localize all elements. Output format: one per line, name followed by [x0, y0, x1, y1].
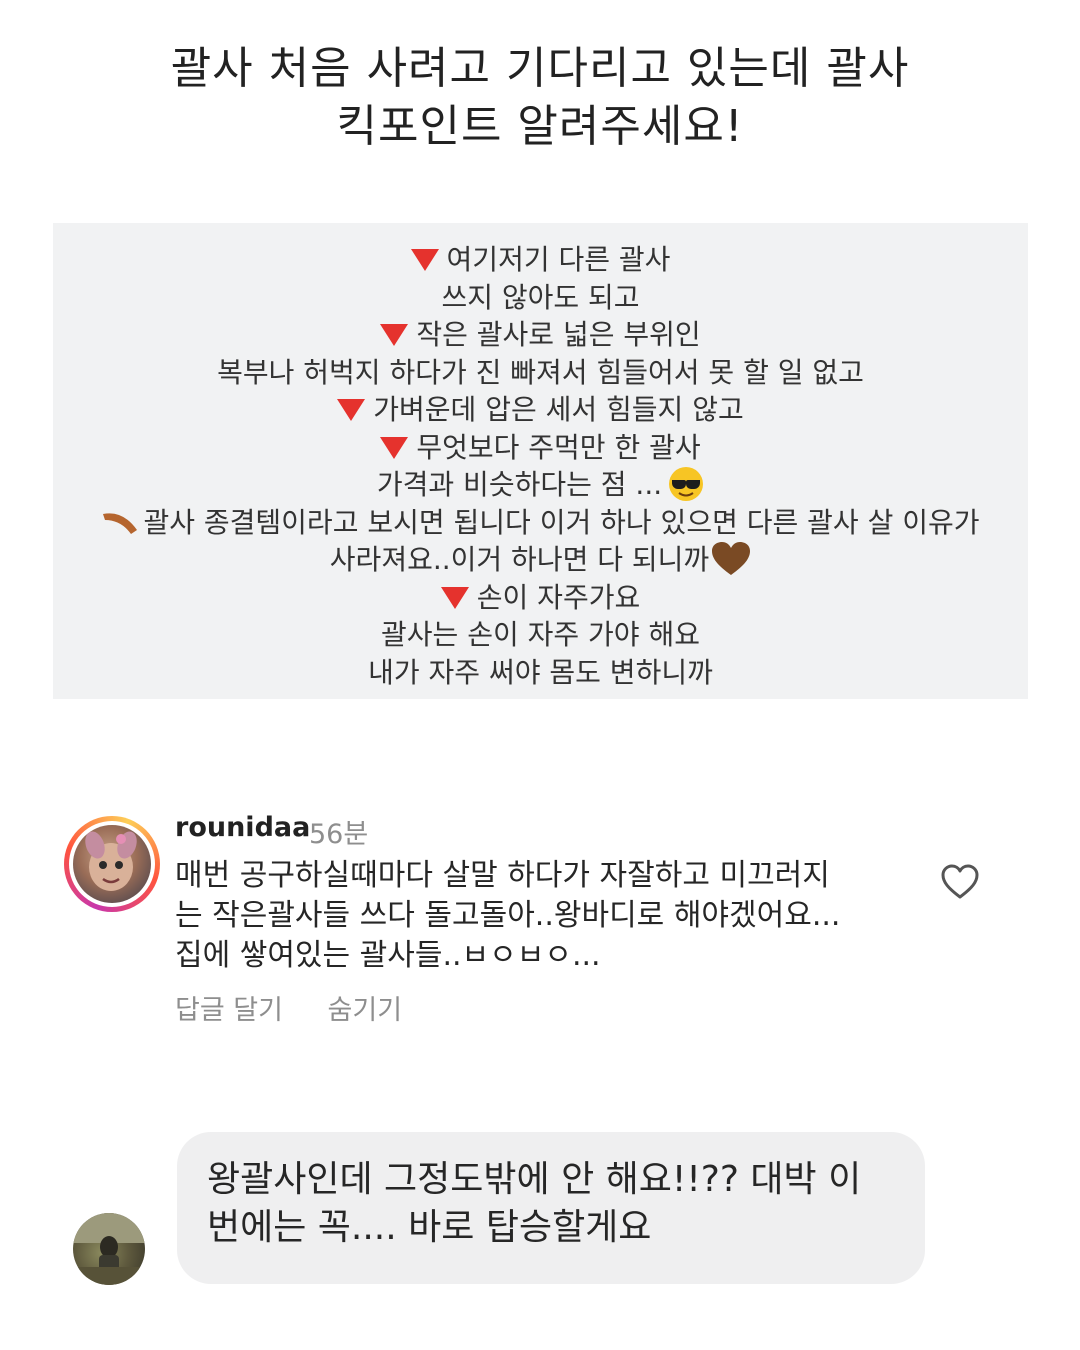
reply-button[interactable]: 답글 달기 [175, 995, 283, 1026]
answer-line: 무엇보다 주먹만 한 괄사 [53, 429, 1028, 467]
reply-bubble: 왕괄사인데 그정도밖에 안 해요!!?? 대박 이 번에는 꼭.... 바로 탑… [177, 1132, 925, 1284]
boomerang-icon [103, 512, 138, 534]
answer-line: 내가 자주 써야 몸도 변하니까 [368, 655, 713, 689]
answer-text: 여기저기 다른 괄사 쓰지 않아도 되고 작은 괄사로 넓은 부위인 복부나 허… [53, 241, 1028, 691]
question-title: 괄사 처음 사려고 기다리고 있는데 괄사 킥포인트 알려주세요! [60, 40, 1020, 156]
answer-line: 가벼운데 압은 세서 힘들지 않고 [53, 391, 1028, 429]
red-triangle-icon [380, 324, 409, 346]
red-triangle-icon [410, 249, 439, 271]
question-title-line2: 킥포인트 알려주세요! [336, 101, 744, 152]
answer-line: 괄사 종결템이라고 보시면 됩니다 이거 하나 있으면 다른 괄사 살 이유가 [53, 504, 1028, 542]
reply-text-line: 왕괄사인데 그정도밖에 안 해요!!?? 대박 이 [207, 1159, 862, 1200]
answer-line: 복부나 허벅지 하다가 진 빠져서 힘들어서 못 할 일 없고 [217, 355, 864, 389]
avatar[interactable] [64, 816, 160, 912]
reply-avatar-photo-icon [73, 1213, 145, 1285]
answer-line: 손이 자주가요 [53, 579, 1028, 617]
red-triangle-icon [380, 436, 409, 459]
like-heart-icon[interactable] [940, 862, 980, 902]
answer-line: 사라져요..이거 하나면 다 되니까 [53, 541, 1028, 579]
answer-line: 쓰지 않아도 되고 [441, 280, 640, 314]
comment-text-line: 집에 쌓여있는 괄사들..ㅂㅇㅂㅇ... [175, 938, 601, 973]
answer-card: 여기저기 다른 괄사 쓰지 않아도 되고 작은 괄사로 넓은 부위인 복부나 허… [53, 223, 1028, 699]
comment-actions: 답글 달기 숨기기 [175, 988, 438, 1027]
brown-heart-icon [712, 542, 751, 575]
avatar-character-icon [85, 831, 137, 891]
red-triangle-icon [440, 586, 469, 609]
avatar-image [73, 825, 151, 903]
comment-text-line: 매번 공구하실때마다 살말 하다가 자잘하고 미끄러지 [175, 858, 830, 893]
sunglasses-emoji-icon [669, 467, 704, 501]
avatar-border [69, 821, 155, 907]
reply-avatar[interactable] [73, 1213, 145, 1285]
red-triangle-icon [337, 399, 366, 421]
answer-line: 가격과 비슷하다는 점 ... [53, 466, 1028, 504]
comment: rounidaa 56분 매번 공구하실때마다 살말 하다가 자잘하고 미끄러지… [64, 812, 1024, 1032]
comment-text-line: 는 작은괄사들 쓰다 돌고돌아..왕바디로 해야겠어요... [175, 898, 841, 933]
reply-text: 왕괄사인데 그정도밖에 안 해요!!?? 대박 이 번에는 꼭.... 바로 탑… [207, 1156, 907, 1252]
answer-line: 작은 괄사로 넓은 부위인 [53, 316, 1028, 354]
answer-line: 괄사는 손이 자주 가야 해요 [381, 618, 700, 651]
comment-timestamp: 56분 [309, 819, 369, 850]
reply-text-line: 번에는 꼭.... 바로 탑승할게요 [207, 1207, 652, 1248]
question-title-line1: 괄사 처음 사려고 기다리고 있는데 괄사 [170, 43, 910, 94]
comment-text: 매번 공구하실때마다 살말 하다가 자잘하고 미끄러지 는 작은괄사들 쓰다 돌… [175, 856, 915, 976]
answer-line: 여기저기 다른 괄사 [53, 241, 1028, 279]
comment-username[interactable]: rounidaa [175, 812, 310, 843]
hide-button[interactable]: 숨기기 [328, 995, 403, 1026]
